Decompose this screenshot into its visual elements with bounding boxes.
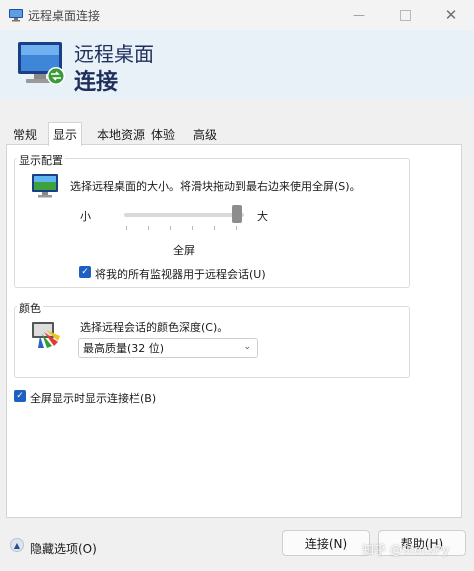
color-depth-select[interactable]: 最高质量(32 位) ⌄ — [78, 338, 258, 358]
close-button[interactable]: ✕ — [428, 0, 474, 30]
window-title: 远程桌面连接 — [28, 9, 101, 23]
tab-advanced[interactable]: 高级 — [188, 124, 222, 144]
chevron-up-icon: ▲ — [13, 540, 21, 550]
all-monitors-checkbox[interactable]: ✓ — [79, 266, 91, 278]
slider-tick — [236, 226, 237, 230]
color-depth-selected: 最高质量(32 位) — [83, 342, 165, 355]
hide-options-button[interactable]: ▲ — [10, 538, 24, 552]
minimize-button[interactable]: — — [336, 0, 382, 30]
slider-tick — [192, 226, 193, 230]
display-size-description: 选择远程桌面的大小。将滑块拖动到最右边来使用全屏(S)。 — [70, 180, 361, 193]
show-connection-bar-checkbox[interactable]: ✓ — [14, 390, 26, 402]
display-size-slider-track[interactable] — [124, 213, 244, 217]
tab-display[interactable]: 显示 — [48, 122, 83, 146]
remote-desktop-icon — [18, 42, 65, 85]
checkmark-icon: ✓ — [16, 390, 24, 401]
header-banner: 远程桌面 连接 — [0, 30, 474, 98]
display-size-slider-thumb[interactable] — [232, 205, 242, 223]
slider-tick — [148, 226, 149, 230]
colors-group-label: 颜色 — [17, 300, 43, 316]
display-config-label: 显示配置 — [17, 152, 65, 168]
current-display-size: 全屏 — [173, 244, 195, 257]
slider-tick — [126, 226, 127, 230]
maximize-icon — [399, 9, 411, 21]
watermark-text: 知乎 @StockPy — [362, 543, 450, 557]
slider-tick — [214, 226, 215, 230]
color-palette-icon — [32, 322, 60, 348]
header-title-line2: 连接 — [74, 70, 119, 95]
color-depth-description: 选择远程会话的颜色深度(C)。 — [80, 321, 229, 334]
title-bar: 远程桌面连接 — ✕ — [0, 0, 474, 31]
tab-general[interactable]: 常规 — [8, 124, 42, 144]
connect-button[interactable]: 连接(N) — [282, 530, 370, 556]
hide-options-label[interactable]: 隐藏选项(O) — [30, 540, 97, 557]
header-title-line1: 远程桌面 — [74, 42, 154, 66]
tab-experience[interactable]: 体验 — [146, 124, 180, 144]
slider-tick — [170, 226, 171, 230]
monitor-icon — [32, 174, 58, 198]
tab-local-resources[interactable]: 本地资源 — [92, 124, 150, 144]
slider-small-label: 小 — [80, 210, 91, 223]
close-icon: ✕ — [444, 6, 458, 24]
all-monitors-label[interactable]: 将我的所有监视器用于远程会话(U) — [95, 266, 266, 282]
minimize-icon: — — [353, 8, 365, 22]
show-connection-bar-label[interactable]: 全屏显示时显示连接栏(B) — [30, 390, 156, 406]
maximize-button[interactable] — [382, 0, 428, 30]
chevron-down-icon: ⌄ — [243, 342, 251, 352]
checkmark-icon: ✓ — [81, 266, 89, 277]
slider-large-label: 大 — [257, 210, 268, 223]
remote-desktop-app-icon — [9, 9, 23, 22]
